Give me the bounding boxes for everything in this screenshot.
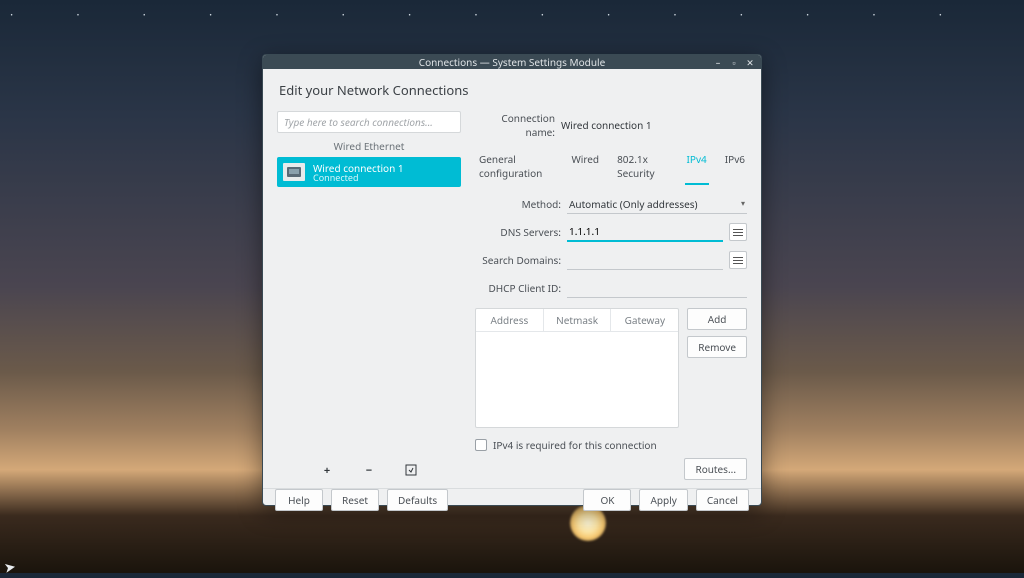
window-content: Edit your Network Connections Wired Ethe… xyxy=(263,69,761,488)
apply-button[interactable]: Apply xyxy=(639,489,687,511)
method-label: Method: xyxy=(475,197,561,211)
col-gateway: Gateway xyxy=(611,309,678,331)
close-icon[interactable]: ✕ xyxy=(745,57,755,67)
remove-address-button[interactable]: Remove xyxy=(687,336,747,358)
routes-button[interactable]: Routes... xyxy=(684,458,747,480)
connection-status: Connected xyxy=(313,173,404,182)
col-netmask: Netmask xyxy=(544,309,612,331)
tab-8021x[interactable]: 802.1x Security xyxy=(615,149,670,185)
add-address-button[interactable]: Add xyxy=(687,308,747,330)
connection-text: Wired connection 1 Connected xyxy=(313,163,404,182)
connections-sidebar: Wired Ethernet Wired connection 1 Connec… xyxy=(277,111,461,480)
search-domains-label: Search Domains: xyxy=(475,253,561,267)
body: Wired Ethernet Wired connection 1 Connec… xyxy=(277,111,747,480)
ipv4-required-row: IPv4 is required for this connection xyxy=(475,438,747,452)
dhcp-client-id-input[interactable] xyxy=(567,278,747,298)
connection-name-label: Connection name: xyxy=(475,111,561,139)
dns-label: DNS Servers: xyxy=(475,225,561,239)
settings-window: Connections — System Settings Module – ▫… xyxy=(262,54,762,506)
titlebar[interactable]: Connections — System Settings Module – ▫… xyxy=(263,55,761,69)
ethernet-icon xyxy=(283,163,305,181)
connection-name-value: Wired connection 1 xyxy=(561,118,652,132)
ipv4-required-checkbox[interactable] xyxy=(475,439,487,451)
remove-connection-button[interactable]: − xyxy=(361,462,377,478)
window-title: Connections — System Settings Module xyxy=(419,55,605,69)
cancel-button[interactable]: Cancel xyxy=(696,489,749,511)
search-domains-input[interactable] xyxy=(567,250,723,270)
connection-item-wired-1[interactable]: Wired connection 1 Connected xyxy=(277,157,461,187)
tab-general[interactable]: General configuration xyxy=(477,149,555,185)
addresses-buttons: Add Remove xyxy=(687,308,747,428)
help-button[interactable]: Help xyxy=(275,489,323,511)
method-select[interactable]: Automatic (Only addresses) ▾ xyxy=(567,194,747,214)
category-label: Wired Ethernet xyxy=(277,139,461,153)
col-address: Address xyxy=(476,309,544,331)
dns-servers-input[interactable] xyxy=(567,222,723,242)
reset-button[interactable]: Reset xyxy=(331,489,379,511)
search-input[interactable] xyxy=(277,111,461,133)
tabs: General configuration Wired 802.1x Secur… xyxy=(475,149,747,186)
chevron-down-icon: ▾ xyxy=(741,198,745,209)
addresses-header: Address Netmask Gateway xyxy=(476,309,678,332)
sidebar-actions: + − xyxy=(277,456,461,480)
window-controls: – ▫ ✕ xyxy=(713,57,755,67)
page-title: Edit your Network Connections xyxy=(279,81,747,99)
defaults-button[interactable]: Defaults xyxy=(387,489,448,511)
tab-wired[interactable]: Wired xyxy=(569,149,601,185)
method-value: Automatic (Only addresses) xyxy=(569,197,698,211)
dhcp-client-id-label: DHCP Client ID: xyxy=(475,281,561,295)
ok-button[interactable]: OK xyxy=(583,489,631,511)
addresses-body xyxy=(476,332,678,427)
add-connection-button[interactable]: + xyxy=(319,462,335,478)
export-connection-button[interactable] xyxy=(403,462,419,478)
search-domains-list-button[interactable] xyxy=(729,251,747,269)
cursor-icon: ➤ xyxy=(2,557,17,578)
minimize-icon[interactable]: – xyxy=(713,57,723,67)
maximize-icon[interactable]: ▫ xyxy=(729,57,739,67)
footer: Help Reset Defaults OK Apply Cancel xyxy=(263,488,761,511)
addresses-area: Address Netmask Gateway Add Remove xyxy=(475,308,747,428)
tab-ipv4[interactable]: IPv4 xyxy=(685,149,709,185)
tab-ipv6[interactable]: IPv6 xyxy=(723,149,747,185)
ipv4-required-label: IPv4 is required for this connection xyxy=(493,438,657,452)
connection-details: Connection name: Wired connection 1 Gene… xyxy=(475,111,747,480)
addresses-table[interactable]: Address Netmask Gateway xyxy=(475,308,679,428)
dns-list-button[interactable] xyxy=(729,223,747,241)
